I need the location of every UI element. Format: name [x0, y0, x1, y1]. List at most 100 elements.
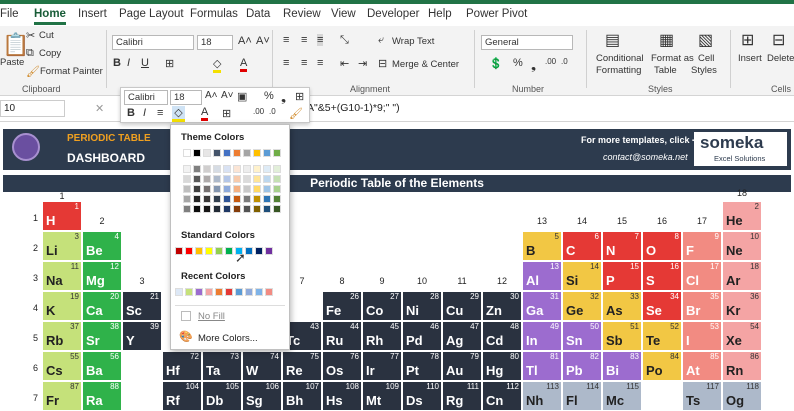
tab-developer[interactable]: Developer: [367, 8, 419, 20]
theme-color-swatch[interactable]: [213, 195, 221, 203]
element-cell-h[interactable]: 1H: [42, 201, 82, 231]
element-cell-si[interactable]: 14 Si: [562, 261, 602, 291]
element-cell-sc[interactable]: 21 Sc: [122, 291, 162, 321]
theme-color-swatch[interactable]: [223, 165, 231, 173]
color-wheel-icon[interactable]: 🎨: [179, 330, 193, 343]
element-cell-ag[interactable]: 47 Ag: [442, 321, 482, 351]
recent-color-swatch[interactable]: [245, 288, 253, 296]
increase-indent-icon[interactable]: ⇥: [358, 57, 367, 70]
wrap-text-button[interactable]: Wrap Text: [392, 36, 434, 47]
element-cell-ar[interactable]: 18 Ar: [722, 261, 762, 291]
tab-view[interactable]: View: [331, 8, 356, 20]
theme-color-swatch[interactable]: [203, 149, 211, 157]
decrease-indent-icon[interactable]: ⇤: [340, 57, 349, 70]
element-cell-ba[interactable]: 56 Ba: [82, 351, 122, 381]
theme-color-swatch[interactable]: [253, 165, 261, 173]
tab-data[interactable]: Data: [246, 8, 270, 20]
mini-fill-color-icon[interactable]: ◇: [172, 106, 185, 122]
theme-color-swatch[interactable]: [213, 205, 221, 213]
theme-color-swatch[interactable]: [253, 195, 261, 203]
paste-button[interactable]: Paste: [0, 57, 24, 68]
theme-color-swatch[interactable]: [263, 185, 271, 193]
mini-format-icon[interactable]: ▣: [237, 90, 247, 103]
mini-italic-icon[interactable]: I: [143, 107, 146, 119]
element-cell-be[interactable]: 4 Be: [82, 231, 122, 261]
fill-color-icon[interactable]: ◇: [213, 57, 222, 73]
element-cell-te[interactable]: 52 Te: [642, 321, 682, 351]
no-fill-icon[interactable]: [181, 311, 191, 321]
underline-icon[interactable]: U: [141, 57, 149, 69]
theme-color-swatch[interactable]: [243, 165, 251, 173]
mini-painter-icon[interactable]: 🖌: [289, 107, 303, 120]
conditional-formatting-icon[interactable]: ▤: [605, 30, 620, 50]
theme-color-swatch[interactable]: [263, 195, 271, 203]
element-cell-ir[interactable]: 77 Ir: [362, 351, 402, 381]
align-right-icon[interactable]: ≡: [317, 57, 323, 69]
format-painter-icon[interactable]: 🖌: [26, 65, 40, 78]
theme-color-swatch[interactable]: [193, 149, 201, 157]
cut-icon[interactable]: ✂: [26, 29, 35, 42]
delete-cells-icon[interactable]: ⊟: [772, 30, 785, 50]
align-left-icon[interactable]: ≡: [283, 57, 289, 69]
theme-color-swatch[interactable]: [243, 205, 251, 213]
theme-color-swatch[interactable]: [233, 175, 241, 183]
element-cell-sb[interactable]: 51 Sb: [602, 321, 642, 351]
cut-button[interactable]: Cut: [39, 30, 54, 41]
element-cell-ru[interactable]: 44 Ru: [322, 321, 362, 351]
element-cell-in[interactable]: 49 In: [522, 321, 562, 351]
tab-insert[interactable]: Insert: [78, 8, 107, 20]
element-cell-po[interactable]: 84 Po: [642, 351, 682, 381]
theme-color-swatch[interactable]: [273, 165, 281, 173]
theme-color-swatch[interactable]: [273, 175, 281, 183]
decrease-font-icon[interactable]: A˅: [256, 35, 270, 47]
recent-color-swatch[interactable]: [255, 288, 263, 296]
theme-color-swatch[interactable]: [183, 205, 191, 213]
recent-color-swatch[interactable]: [185, 288, 193, 296]
theme-color-swatch[interactable]: [263, 205, 271, 213]
merge-center-button[interactable]: Merge & Center: [392, 59, 459, 70]
orientation-icon[interactable]: ⤡: [340, 34, 349, 47]
standard-color-swatch[interactable]: [195, 247, 203, 255]
element-cell-pt[interactable]: 78 Pt: [402, 351, 442, 381]
increase-font-icon[interactable]: A˄: [238, 35, 252, 47]
element-cell-ne[interactable]: 10 Ne: [722, 231, 762, 261]
theme-color-swatch[interactable]: [243, 195, 251, 203]
theme-color-swatch[interactable]: [213, 175, 221, 183]
recent-color-swatch[interactable]: [265, 288, 273, 296]
theme-color-swatch[interactable]: [243, 175, 251, 183]
theme-color-swatch[interactable]: [223, 205, 231, 213]
mini-grow-font-icon[interactable]: A˄: [205, 90, 218, 101]
element-cell-ge[interactable]: 32 Ge: [562, 291, 602, 321]
insert-cells-button[interactable]: Insert: [738, 53, 762, 64]
mini-borders-icon[interactable]: ⊞: [222, 107, 231, 120]
theme-color-swatch[interactable]: [223, 195, 231, 203]
element-cell-sn[interactable]: 50 Sn: [562, 321, 602, 351]
theme-color-swatch[interactable]: [183, 149, 191, 157]
element-cell-f[interactable]: 9F: [682, 231, 722, 261]
mini-percent-icon[interactable]: %: [264, 90, 274, 102]
theme-color-swatch[interactable]: [253, 149, 261, 157]
more-colors-option[interactable]: More Colors...: [198, 333, 258, 344]
theme-color-swatch[interactable]: [253, 175, 261, 183]
align-middle-icon[interactable]: ≡: [301, 34, 307, 46]
borders-icon[interactable]: ⊞: [165, 57, 174, 70]
element-cell-o[interactable]: 8O: [642, 231, 682, 261]
element-cell-s[interactable]: 16 S: [642, 261, 682, 291]
element-cell-li[interactable]: 3 Li: [42, 231, 82, 261]
theme-color-swatch[interactable]: [233, 205, 241, 213]
font-size-combo[interactable]: 18: [197, 35, 233, 50]
mini-align-icon[interactable]: ≡: [157, 107, 163, 119]
theme-color-swatch[interactable]: [193, 205, 201, 213]
tab-help[interactable]: Help: [428, 8, 452, 20]
element-cell-br[interactable]: 35 Br: [682, 291, 722, 321]
standard-color-swatch[interactable]: [205, 247, 213, 255]
theme-color-swatch[interactable]: [213, 185, 221, 193]
format-as-table-button[interactable]: Format as: [651, 53, 694, 64]
element-cell-pb[interactable]: 82 Pb: [562, 351, 602, 381]
someka-logo[interactable]: someka Excel Solutions: [694, 132, 787, 166]
theme-color-swatch[interactable]: [253, 185, 261, 193]
element-cell-hf[interactable]: 72 Hf: [162, 351, 202, 381]
element-cell-ta[interactable]: 73 Ta: [202, 351, 242, 381]
theme-color-swatch[interactable]: [203, 205, 211, 213]
recent-color-swatch[interactable]: [215, 288, 223, 296]
